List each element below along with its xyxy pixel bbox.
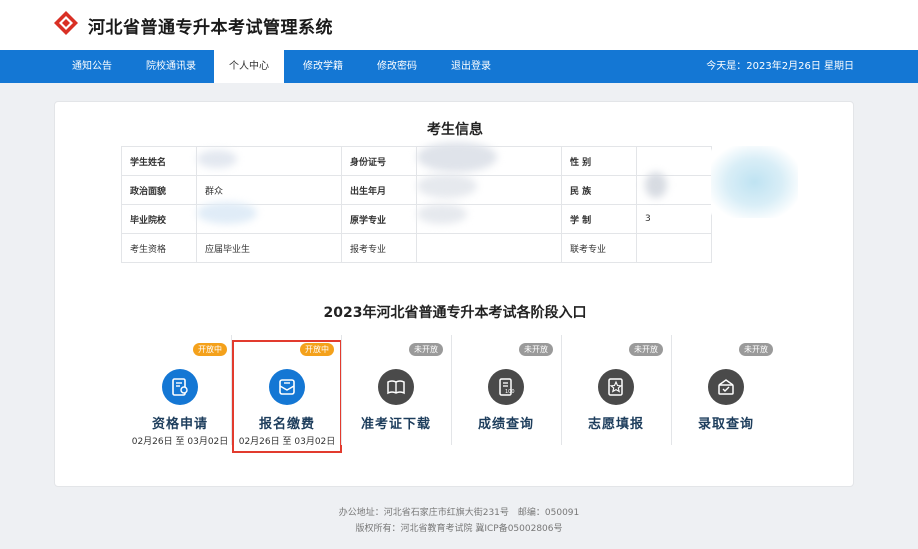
status-badge: 开放中	[193, 343, 227, 356]
apply-major-value	[416, 233, 562, 263]
nav-directory[interactable]: 院校通讯录	[131, 50, 211, 83]
stage-admission-query[interactable]: 未开放 录取查询	[671, 335, 781, 460]
diamond-logo-icon	[54, 11, 78, 35]
site-title: 河北省普通专升本考试管理系统	[88, 18, 333, 38]
certificate-icon	[162, 369, 198, 405]
joint-major-value	[636, 233, 712, 263]
status-badge: 未开放	[629, 343, 663, 356]
stage-qualification-apply[interactable]: 开放中 资格申请 02月26日 至 03月02日	[125, 335, 235, 460]
table-row: 考生资格 应届毕业生 报考专业 联考专业	[121, 233, 712, 263]
stage-name: 资格申请	[151, 417, 208, 432]
redacted-name	[197, 150, 237, 168]
status-badge: 未开放	[739, 343, 773, 356]
stage-name: 志愿填报	[587, 417, 644, 432]
redacted-id	[417, 142, 497, 172]
nav-personal-center[interactable]: 个人中心	[214, 50, 284, 83]
gender-value	[636, 146, 712, 176]
footer-copyright: 版权所有：河北省教育考试院 冀ICP备05002806号	[355, 524, 563, 534]
footer-address: 办公地址：河北省石家庄市红旗大街231号 邮编：050091	[338, 508, 580, 518]
stage-score-query[interactable]: 未开放 100 成绩查询	[451, 335, 561, 460]
mail-check-icon	[708, 369, 744, 405]
id-card-label: 身份证号	[341, 146, 417, 176]
major-label: 原学专业	[341, 204, 417, 234]
redacted-birth	[417, 174, 477, 198]
redacted-major	[417, 204, 467, 224]
qualification-label: 考生资格	[121, 233, 197, 263]
stage-name: 成绩查询	[477, 417, 534, 432]
score-sheet-icon: 100	[488, 369, 524, 405]
politics-value: 群众	[196, 175, 342, 205]
stage-admission-ticket[interactable]: 未开放 准考证下载	[341, 335, 451, 460]
svg-text:100: 100	[505, 389, 515, 395]
nav-edit-status[interactable]: 修改学籍	[288, 50, 358, 83]
gender-label: 性 别	[561, 146, 637, 176]
stage-name: 准考证下载	[360, 417, 431, 432]
main-nav: 通知公告 院校通讯录 个人中心 修改学籍 修改密码 退出登录 今天是：2023年…	[0, 50, 918, 83]
school-label: 毕业院校	[121, 204, 197, 234]
nav-logout[interactable]: 退出登录	[436, 50, 506, 83]
main-card: 考生信息 学生姓名 身份证号 性 别 政治面貌 群众 出生年月 民 族 毕业院校…	[54, 101, 854, 487]
book-icon	[378, 369, 414, 405]
stage-name: 录取查询	[697, 417, 754, 432]
star-document-icon	[598, 369, 634, 405]
schooling-label: 学 制	[561, 204, 637, 234]
highlight-box	[232, 340, 342, 453]
apply-major-label: 报考专业	[341, 233, 417, 263]
status-badge: 未开放	[519, 343, 553, 356]
top-header: 河北省普通专升本考试管理系统	[0, 0, 918, 50]
schooling-value: 3	[636, 204, 712, 234]
qualification-value: 应届毕业生	[196, 233, 342, 263]
stage-volunteer-fill[interactable]: 未开放 志愿填报	[561, 335, 671, 460]
current-date: 今天是：2023年2月26日 星期日	[706, 61, 854, 72]
birth-label: 出生年月	[341, 175, 417, 205]
stages-title: 2023年河北省普通专升本考试各阶段入口	[323, 305, 587, 321]
stage-dates: 02月26日 至 03月02日	[131, 437, 229, 447]
redacted-school	[197, 202, 257, 224]
nav-notice[interactable]: 通知公告	[57, 50, 127, 83]
name-label: 学生姓名	[121, 146, 197, 176]
table-row: 政治面貌 群众 出生年月 民 族	[121, 175, 712, 205]
joint-major-label: 联考专业	[561, 233, 637, 263]
politics-label: 政治面貌	[121, 175, 197, 205]
student-info-title: 考生信息	[427, 122, 483, 138]
ethnicity-label: 民 族	[561, 175, 637, 205]
status-badge: 未开放	[409, 343, 443, 356]
student-photo	[711, 146, 798, 218]
nav-change-password[interactable]: 修改密码	[362, 50, 432, 83]
redacted-ethnicity	[645, 172, 667, 198]
